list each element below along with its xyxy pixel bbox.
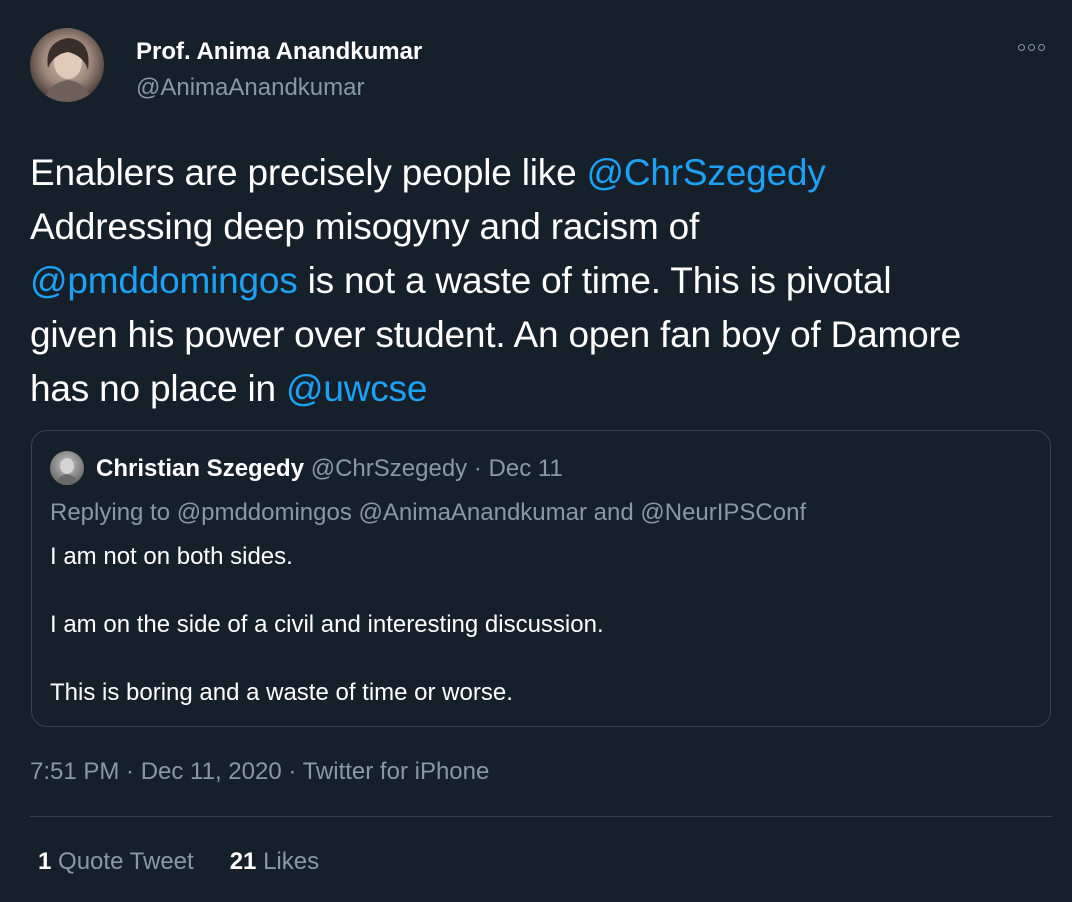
- engagement-stats: 1 Quote Tweet 21 Likes: [38, 848, 319, 876]
- quoted-text-line: I am on the side of a civil and interest…: [50, 611, 604, 638]
- likes-stat[interactable]: 21 Likes: [230, 848, 319, 876]
- likes-label: Likes: [263, 848, 320, 875]
- tweet-line: Enablers are precisely people like @ChrS…: [30, 146, 1060, 200]
- dot: [1038, 44, 1045, 51]
- quoted-text-line: This is boring and a waste of time or wo…: [50, 679, 513, 706]
- mention-link[interactable]: @pmddomingos: [30, 260, 298, 301]
- quote-count: 1: [38, 848, 52, 875]
- tweet-text-segment: Addressing deep misogyny and racism of: [30, 206, 700, 247]
- more-options-icon[interactable]: [1018, 44, 1045, 51]
- tweet-card: Prof. Anima Anandkumar @AnimaAnandkumar …: [0, 0, 1072, 902]
- profile-photo-icon: [54, 458, 80, 485]
- mention-link[interactable]: @ChrSzegedy: [587, 152, 826, 193]
- divider: [30, 816, 1052, 817]
- quote-tweets-stat[interactable]: 1 Quote Tweet: [38, 848, 194, 876]
- tweet-line: given his power over student. An open fa…: [30, 308, 1060, 362]
- quoted-author-name[interactable]: Christian Szegedy: [96, 455, 304, 482]
- tweet-line: @pmddomingos is not a waste of time. Thi…: [30, 254, 1060, 308]
- quoted-header: Christian Szegedy @ChrSzegedy · Dec 11: [96, 455, 563, 483]
- author-avatar[interactable]: [30, 28, 104, 102]
- tweet-text-segment: Enablers are precisely people like: [30, 152, 587, 193]
- quote-label: Quote Tweet: [58, 848, 194, 875]
- dot: [1018, 44, 1025, 51]
- replying-to: Replying to @pmddomingos @AnimaAnandkuma…: [50, 499, 807, 526]
- tweet-timestamp[interactable]: 7:51 PM · Dec 11, 2020 · Twitter for iPh…: [30, 758, 489, 786]
- tweet-text: Enablers are precisely people like @ChrS…: [30, 146, 1060, 416]
- tweet-line: Addressing deep misogyny and racism of: [30, 200, 1060, 254]
- quoted-tweet[interactable]: Christian Szegedy @ChrSzegedy · Dec 11 R…: [31, 430, 1051, 727]
- author-handle[interactable]: @AnimaAnandkumar: [136, 74, 364, 102]
- quoted-author-handle[interactable]: @ChrSzegedy: [311, 455, 467, 482]
- mention-link[interactable]: @uwcse: [286, 368, 427, 409]
- quoted-date[interactable]: Dec 11: [489, 455, 563, 482]
- tweet-text-segment: has no place in: [30, 368, 286, 409]
- quoted-author-avatar[interactable]: [50, 451, 84, 485]
- profile-photo-icon: [42, 38, 94, 102]
- dot: [1028, 44, 1035, 51]
- quoted-text-line: I am not on both sides.: [50, 543, 293, 570]
- tweet-text-segment: given his power over student. An open fa…: [30, 314, 962, 355]
- likes-count: 21: [229, 848, 257, 875]
- separator: ·: [473, 455, 482, 482]
- author-name[interactable]: Prof. Anima Anandkumar: [136, 38, 422, 66]
- tweet-line: has no place in @uwcse: [30, 362, 1060, 416]
- tweet-text-segment: is not a waste of time. This is pivotal: [297, 260, 892, 301]
